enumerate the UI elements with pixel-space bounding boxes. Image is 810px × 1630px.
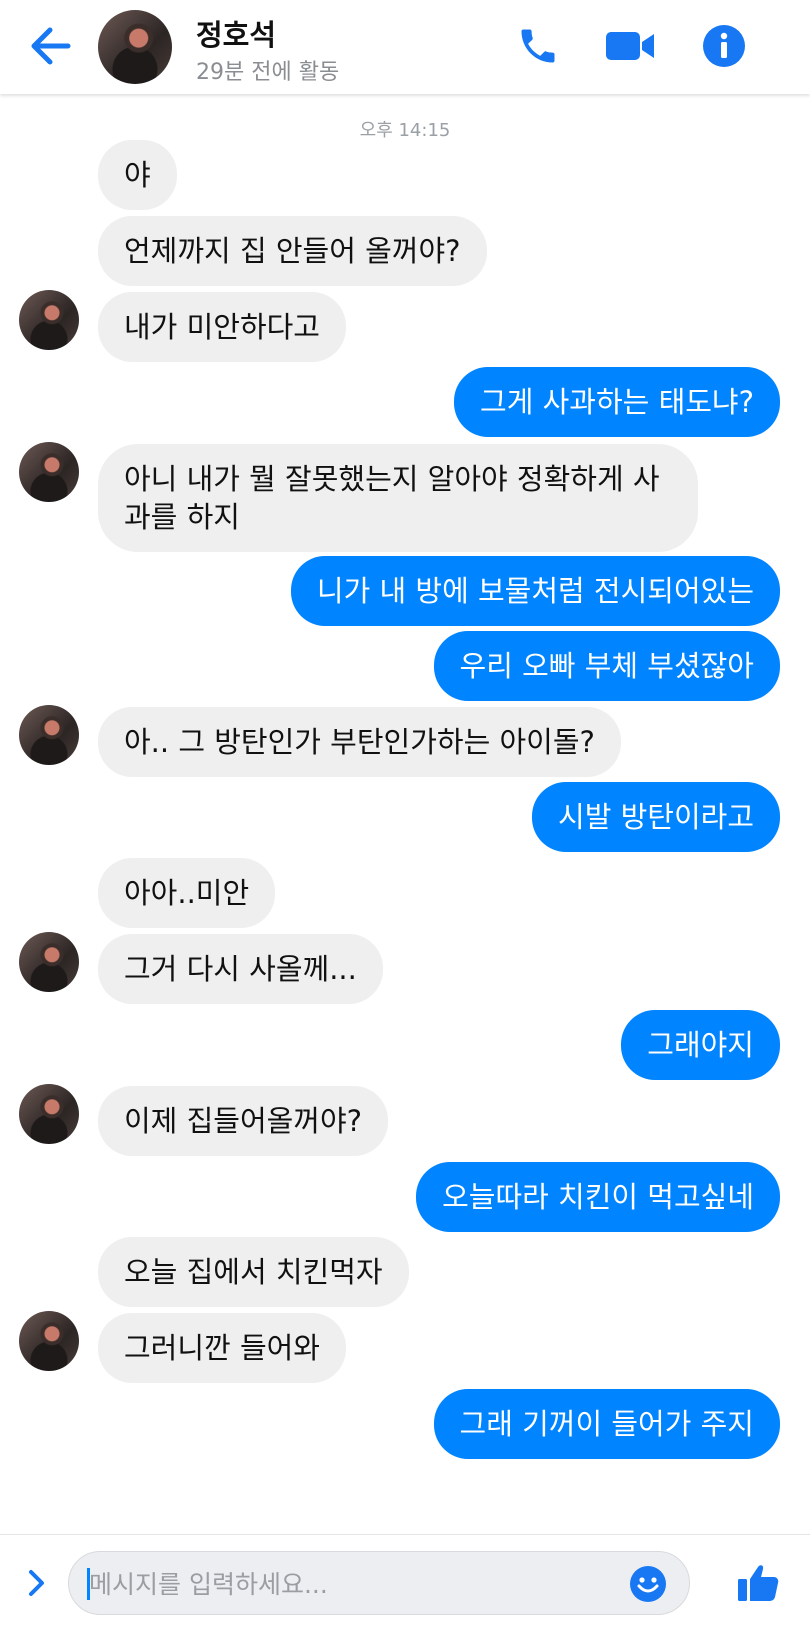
text-cursor [87,1568,90,1600]
message-input[interactable] [87,1552,611,1616]
incoming-message[interactable]: 내가 미안하다고 [98,292,346,362]
contact-avatar-small[interactable] [19,1084,79,1144]
expand-actions-button[interactable] [22,1563,52,1603]
activity-status: 29분 전에 활동 [196,60,340,85]
emoji-icon[interactable] [629,1565,667,1603]
contact-name[interactable]: 정호석 [196,12,276,54]
incoming-message[interactable]: 아아..미안 [98,858,276,928]
outgoing-message[interactable]: 오늘따라 치킨이 먹고싶네 [416,1162,780,1232]
contact-avatar[interactable] [98,10,172,84]
back-arrow-icon [31,27,71,65]
contact-avatar-small[interactable] [19,290,79,350]
contact-avatar-small[interactable] [19,705,79,765]
incoming-message[interactable]: 아.. 그 방탄인가 부탄인가하는 아이돌? [98,707,621,777]
video-call-button[interactable] [604,22,656,70]
video-camera-icon [606,32,654,60]
info-button[interactable] [698,22,750,70]
incoming-message[interactable]: 이제 집들어올꺼야? [98,1086,389,1156]
contact-avatar-small[interactable] [19,932,79,992]
contact-avatar-small[interactable] [19,442,79,502]
conversation-header: 정호석 29분 전에 활동 [0,0,810,94]
back-button[interactable] [26,22,74,70]
message-composer [0,1534,810,1630]
incoming-message[interactable]: 아니 내가 뭘 잘못했는지 알아야 정확하게 사과를 하지 [98,444,698,552]
outgoing-message[interactable]: 그래야지 [621,1010,780,1080]
outgoing-message[interactable]: 그게 사과하는 태도냐? [454,367,780,437]
incoming-message[interactable]: 오늘 집에서 치킨먹자 [98,1237,409,1307]
thumbs-up-icon[interactable] [736,1561,780,1605]
phone-icon [521,29,555,63]
outgoing-message[interactable]: 시발 방탄이라고 [532,782,780,852]
message-input-container[interactable] [68,1551,690,1616]
incoming-message[interactable]: 야 [98,140,177,210]
info-icon [703,25,745,67]
conversation-timestamp: 오후 14:15 [359,120,451,141]
contact-avatar-small[interactable] [19,1311,79,1371]
voice-call-button[interactable] [512,22,564,70]
outgoing-message[interactable]: 그래 기꺼이 들어가 주지 [433,1389,780,1459]
chevron-right-icon [29,1570,44,1596]
incoming-message[interactable]: 그거 다시 사올께... [98,934,383,1004]
outgoing-message[interactable]: 우리 오빠 부체 부셨잖아 [433,631,780,701]
outgoing-message[interactable]: 니가 내 방에 보물처럼 전시되어있는 [290,556,780,626]
incoming-message[interactable]: 언제까지 집 안들어 올꺼야? [98,216,487,286]
incoming-message[interactable]: 그러니깐 들어와 [98,1313,346,1383]
